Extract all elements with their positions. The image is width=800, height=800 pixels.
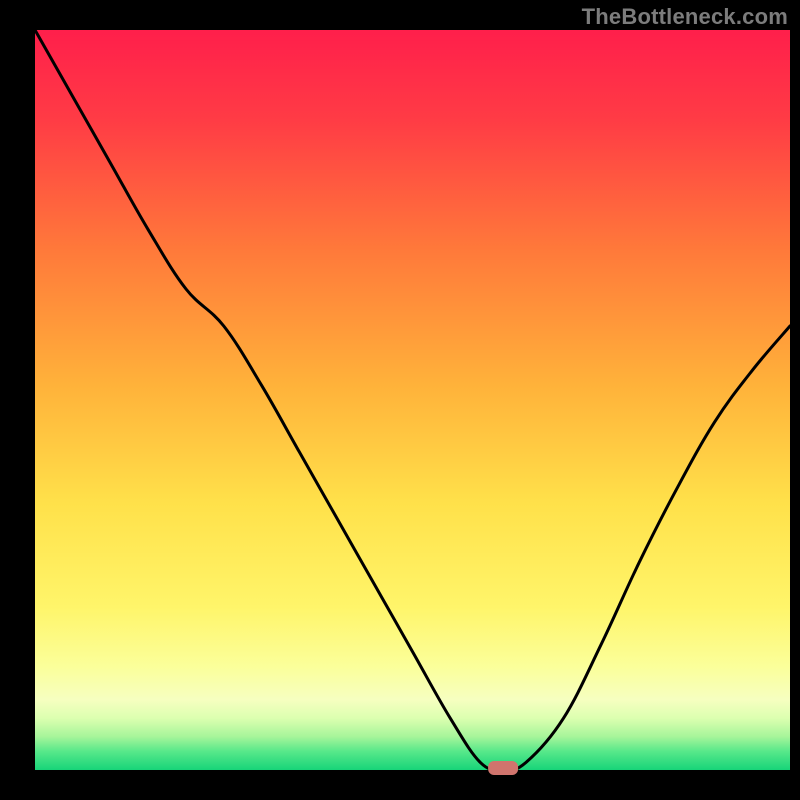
chart-frame: TheBottleneck.com — [0, 0, 800, 800]
bottleneck-chart — [0, 0, 800, 800]
watermark-text: TheBottleneck.com — [582, 4, 788, 30]
optimal-marker — [488, 761, 518, 775]
plot-background — [35, 30, 790, 770]
